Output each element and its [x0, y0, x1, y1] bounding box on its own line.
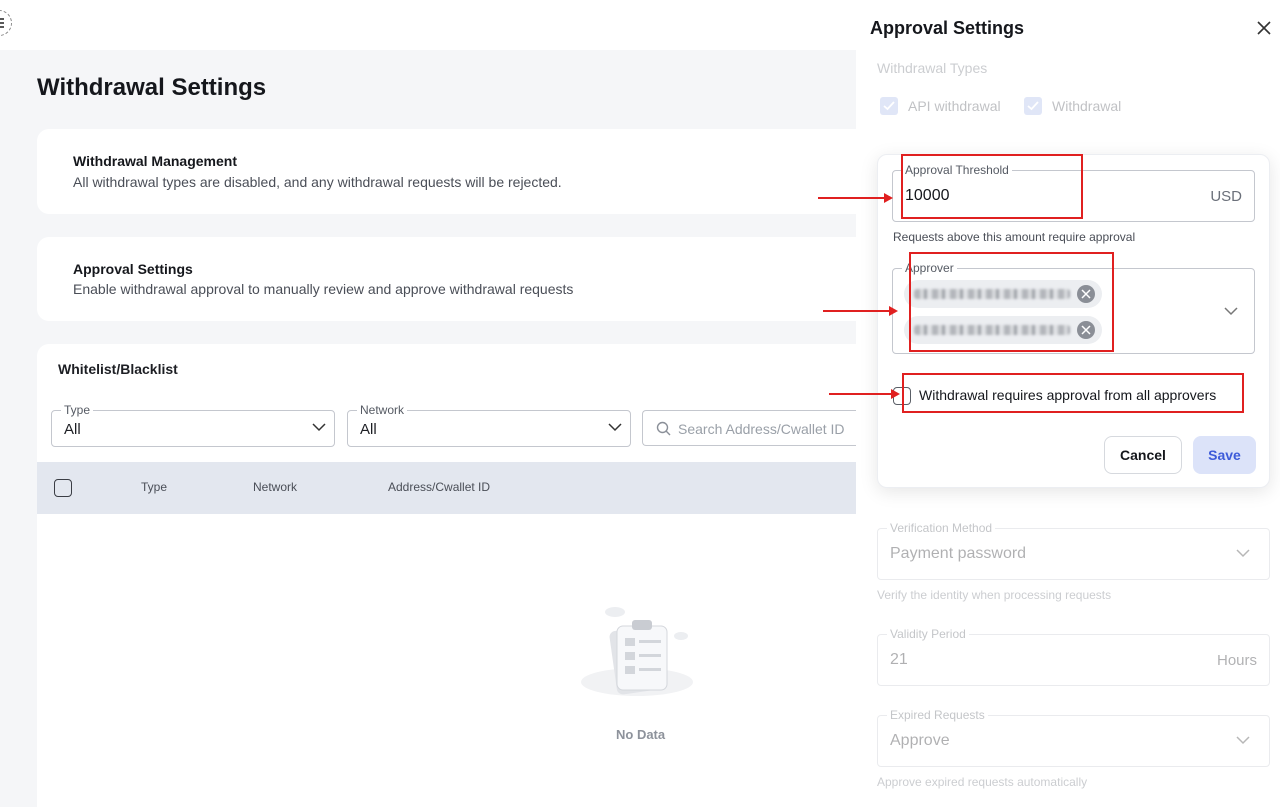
empty-clipboard-icon — [581, 607, 693, 696]
annotation-box-all-approvers — [902, 373, 1244, 413]
validity-period-label: Validity Period — [887, 627, 969, 641]
type-select-value: All — [64, 421, 81, 438]
chevron-down-icon — [1224, 307, 1238, 316]
withdrawal-management-title: Withdrawal Management — [73, 153, 238, 169]
search-input[interactable]: Search Address/Cwallet ID — [642, 410, 882, 446]
expired-requests-hint: Approve expired requests automatically — [877, 775, 1088, 789]
verification-method-label: Verification Method — [887, 521, 996, 535]
type-select[interactable]: Type All — [51, 403, 335, 447]
cancel-button[interactable]: Cancel — [1104, 436, 1182, 474]
column-network: Network — [253, 480, 298, 494]
network-select-value: All — [360, 421, 377, 438]
verification-method-value: Payment password — [890, 545, 1027, 562]
check-icon — [1027, 101, 1039, 111]
type-select-label: Type — [61, 403, 94, 417]
close-icon[interactable] — [1256, 20, 1272, 36]
chevron-down-icon — [608, 423, 622, 432]
top-bar — [0, 0, 856, 50]
expired-requests-select[interactable]: Expired Requests Approve — [877, 708, 1270, 767]
search-placeholder: Search Address/Cwallet ID — [678, 421, 845, 437]
expired-requests-label: Expired Requests — [887, 708, 988, 722]
network-select-label: Network — [357, 403, 408, 417]
arrow-right-icon — [818, 193, 893, 203]
menu-icon[interactable] — [0, 10, 12, 36]
check-icon — [883, 101, 895, 111]
empty-state-text: No Data — [616, 727, 666, 742]
expired-requests-value: Approve — [890, 732, 950, 749]
verification-method-hint: Verify the identity when processing requ… — [877, 588, 1112, 602]
save-button[interactable]: Save — [1193, 436, 1256, 474]
validity-period-unit: Hours — [1216, 652, 1257, 669]
api-withdrawal-checkbox[interactable] — [880, 97, 898, 115]
approval-settings-desc: Enable withdrawal approval to manually r… — [73, 281, 574, 297]
select-all-checkbox[interactable] — [54, 479, 72, 497]
chevron-down-icon — [1236, 736, 1250, 745]
drawer-title: Approval Settings — [870, 18, 1025, 38]
network-select[interactable]: Network All — [347, 403, 631, 447]
arrow-right-icon — [823, 306, 898, 316]
withdrawal-types-label: Withdrawal Types — [877, 60, 988, 76]
validity-period-value: 21 — [890, 651, 908, 668]
annotation-box-approver — [909, 252, 1114, 352]
approval-settings-title: Approval Settings — [73, 261, 193, 277]
approval-threshold-hint: Requests above this amount require appro… — [893, 230, 1136, 244]
validity-period-input[interactable]: Validity Period 21 Hours — [877, 627, 1270, 686]
table-header: Type Network Address/Cwallet ID — [37, 462, 877, 514]
withdrawal-management-desc: All withdrawal types are disabled, and a… — [73, 174, 562, 190]
page-title: Withdrawal Settings — [37, 74, 267, 101]
withdrawal-label: Withdrawal — [1052, 98, 1122, 114]
api-withdrawal-label: API withdrawal — [908, 98, 1001, 114]
verification-method-select[interactable]: Verification Method Payment password — [877, 521, 1270, 580]
approval-threshold-unit: USD — [1210, 188, 1242, 205]
chevron-down-icon — [312, 423, 326, 432]
annotation-box-threshold — [901, 154, 1083, 219]
column-address: Address/Cwallet ID — [388, 480, 491, 494]
column-type: Type — [141, 480, 168, 494]
whitelist-blacklist-card: Whitelist/Blacklist Type All Network All… — [37, 344, 882, 807]
arrow-right-icon — [829, 389, 900, 399]
search-icon — [656, 421, 671, 436]
withdrawal-checkbox[interactable] — [1024, 97, 1042, 115]
chevron-down-icon — [1236, 549, 1250, 558]
approval-settings-card: Approval Settings Enable withdrawal appr… — [37, 237, 877, 321]
whitelist-blacklist-title: Whitelist/Blacklist — [58, 361, 178, 377]
withdrawal-management-card: Withdrawal Management All withdrawal typ… — [37, 129, 877, 214]
